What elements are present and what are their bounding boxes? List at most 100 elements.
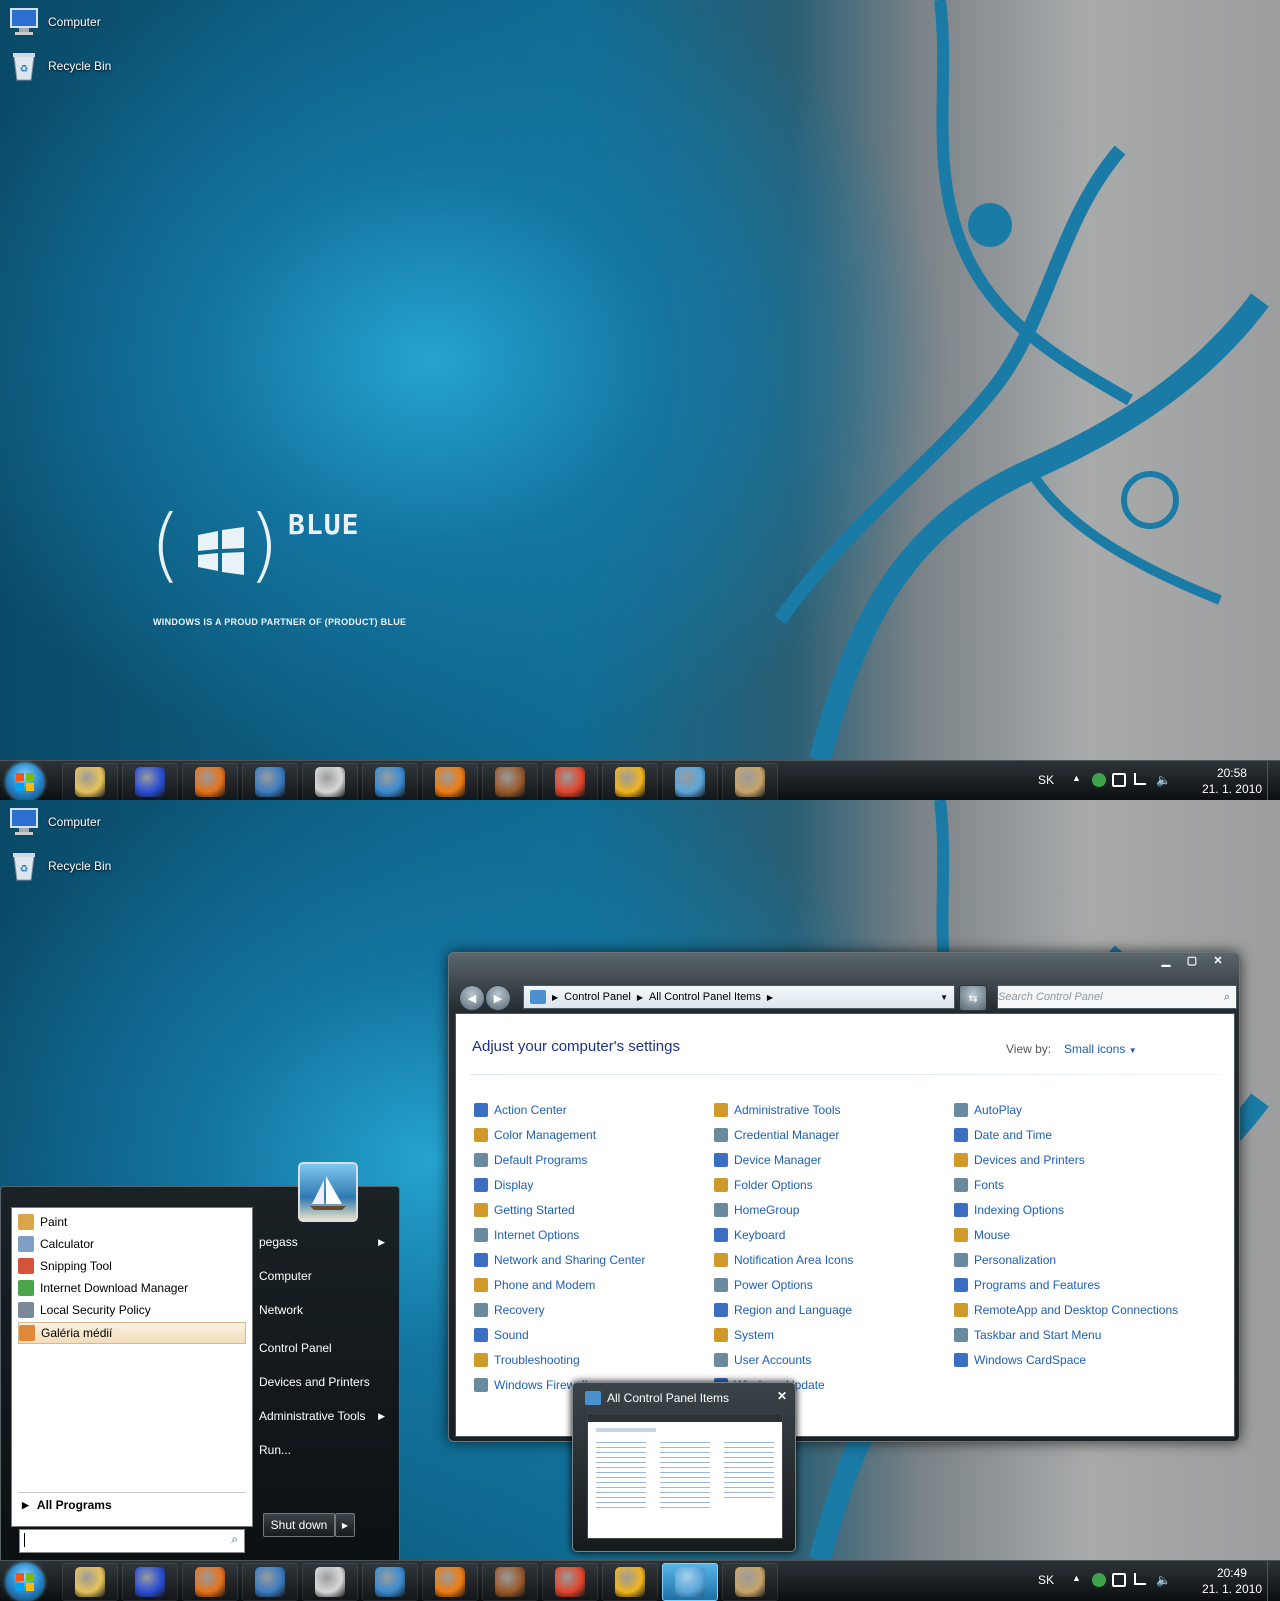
desktop-icon-computer[interactable]: Computer: [6, 2, 116, 42]
taskbar-app-button[interactable]: [242, 1563, 298, 1601]
control-panel-item[interactable]: Administrative Tools: [714, 1100, 841, 1120]
control-panel-item[interactable]: Power Options: [714, 1275, 813, 1295]
taskbar-app-button[interactable]: [122, 1563, 178, 1601]
start-menu-link[interactable]: Control Panel: [259, 1333, 389, 1363]
control-panel-item[interactable]: Sound: [474, 1325, 529, 1345]
control-panel-item[interactable]: Display: [474, 1175, 533, 1195]
connection-tray-icon[interactable]: [1134, 773, 1146, 785]
taskbar-app-button[interactable]: [242, 763, 298, 800]
taskbar-app-button[interactable]: [62, 763, 118, 800]
control-panel-item[interactable]: User Accounts: [714, 1350, 811, 1370]
usb-tray-icon[interactable]: [1112, 1573, 1126, 1587]
clock[interactable]: 20:58 21. 1. 2010: [1202, 765, 1262, 797]
recent-program-item[interactable]: Internet Download Manager: [18, 1278, 246, 1298]
user-avatar[interactable]: [298, 1162, 358, 1222]
clock[interactable]: 20:49 21. 1. 2010: [1202, 1565, 1262, 1597]
volume-icon[interactable]: 🔈: [1156, 1573, 1171, 1587]
taskbar-app-button[interactable]: [122, 763, 178, 800]
control-panel-item[interactable]: Personalization: [954, 1250, 1056, 1270]
control-panel-item[interactable]: Region and Language: [714, 1300, 852, 1320]
language-indicator[interactable]: SK: [1038, 1573, 1054, 1587]
taskbar-app-button[interactable]: [602, 1563, 658, 1601]
recent-program-item[interactable]: Local Security Policy: [18, 1300, 246, 1320]
taskbar-app-button[interactable]: [362, 1563, 418, 1601]
search-icon[interactable]: ⌕: [231, 1532, 238, 1547]
start-search-input[interactable]: ⌕: [19, 1529, 245, 1553]
control-panel-item[interactable]: HomeGroup: [714, 1200, 799, 1220]
taskbar-app-button[interactable]: [62, 1563, 118, 1601]
control-panel-item[interactable]: Notification Area Icons: [714, 1250, 853, 1270]
control-panel-item[interactable]: Keyboard: [714, 1225, 785, 1245]
control-panel-item[interactable]: System: [714, 1325, 774, 1345]
taskbar-app-button[interactable]: [182, 1563, 238, 1601]
control-panel-item[interactable]: AutoPlay: [954, 1100, 1022, 1120]
control-panel-item[interactable]: Credential Manager: [714, 1125, 839, 1145]
breadcrumb-item[interactable]: Control Panel: [564, 991, 631, 1003]
show-desktop-button[interactable]: [1267, 1561, 1280, 1601]
control-panel-item[interactable]: Default Programs: [474, 1150, 587, 1170]
taskbar-app-button[interactable]: [542, 763, 598, 800]
refresh-button[interactable]: ⇆: [959, 985, 987, 1011]
control-panel-item[interactable]: Action Center: [474, 1100, 567, 1120]
control-panel-item[interactable]: Fonts: [954, 1175, 1004, 1195]
taskbar-app-button[interactable]: [542, 1563, 598, 1601]
control-panel-item[interactable]: Devices and Printers: [954, 1150, 1085, 1170]
minimize-button[interactable]: ▁: [1153, 952, 1179, 968]
taskbar-app-button[interactable]: [602, 763, 658, 800]
recent-program-item[interactable]: Paint: [18, 1212, 246, 1232]
address-bar[interactable]: ▶ Control Panel ▶ All Control Panel Item…: [523, 985, 955, 1009]
control-panel-item[interactable]: Getting Started: [474, 1200, 575, 1220]
connection-tray-icon[interactable]: [1134, 1573, 1146, 1585]
start-menu-link[interactable]: Computer: [259, 1261, 389, 1291]
control-panel-item[interactable]: Mouse: [954, 1225, 1010, 1245]
control-panel-item[interactable]: Taskbar and Start Menu: [954, 1325, 1101, 1345]
desktop-icon-computer[interactable]: Computer: [6, 802, 116, 842]
language-indicator[interactable]: SK: [1038, 773, 1054, 787]
control-panel-item[interactable]: Color Management: [474, 1125, 596, 1145]
shutdown-button[interactable]: Shut down: [263, 1513, 335, 1537]
control-panel-item[interactable]: Phone and Modem: [474, 1275, 595, 1295]
maximize-button[interactable]: ▢: [1179, 952, 1205, 968]
chevron-down-icon[interactable]: ▼: [940, 993, 948, 1002]
start-menu-link[interactable]: Network: [259, 1295, 389, 1325]
volume-icon[interactable]: 🔈: [1156, 773, 1171, 787]
back-button[interactable]: ◀: [459, 985, 485, 1011]
control-panel-item[interactable]: Troubleshooting: [474, 1350, 580, 1370]
taskbar-app-button[interactable]: [482, 763, 538, 800]
taskbar-app-button[interactable]: [422, 1563, 478, 1601]
view-by-dropdown[interactable]: Small icons ▼: [1064, 1042, 1137, 1056]
taskbar-app-button[interactable]: [302, 1563, 358, 1601]
taskbar-app-button[interactable]: [182, 763, 238, 800]
start-button[interactable]: [6, 763, 44, 800]
search-icon[interactable]: ⌕: [1224, 991, 1230, 1004]
thumbnail-close-icon[interactable]: ✕: [777, 1389, 787, 1403]
control-panel-item[interactable]: Recovery: [474, 1300, 545, 1320]
control-panel-item[interactable]: Windows CardSpace: [954, 1350, 1086, 1370]
taskbar-app-button[interactable]: [422, 763, 478, 800]
breadcrumb-item[interactable]: All Control Panel Items: [649, 991, 761, 1003]
recent-program-item[interactable]: Snipping Tool: [18, 1256, 246, 1276]
recent-program-item[interactable]: Galéria médií: [18, 1322, 246, 1344]
taskbar-app-button[interactable]: [662, 1563, 718, 1601]
forward-button[interactable]: ▶: [485, 985, 511, 1011]
desktop-icon-recycle-bin[interactable]: ♻ Recycle Bin: [6, 846, 116, 886]
search-input[interactable]: Search Control Panel ⌕: [997, 985, 1237, 1009]
shutdown-options-button[interactable]: ▶: [335, 1513, 355, 1537]
taskbar-app-button[interactable]: [362, 763, 418, 800]
control-panel-item[interactable]: Programs and Features: [954, 1275, 1100, 1295]
taskbar-app-button[interactable]: [662, 763, 718, 800]
taskbar-app-button[interactable]: [482, 1563, 538, 1601]
all-programs-button[interactable]: ▶ All Programs: [18, 1492, 246, 1517]
start-menu-link[interactable]: Administrative Tools ▶: [259, 1401, 389, 1431]
start-menu-link[interactable]: pegass ▶: [259, 1227, 389, 1257]
control-panel-item[interactable]: Network and Sharing Center: [474, 1250, 645, 1270]
tray-expand-icon[interactable]: ▲: [1072, 773, 1086, 787]
taskbar-app-button[interactable]: [722, 1563, 778, 1601]
recent-program-item[interactable]: Calculator: [18, 1234, 246, 1254]
control-panel-item[interactable]: Date and Time: [954, 1125, 1052, 1145]
desktop-icon-recycle-bin[interactable]: ♻ Recycle Bin: [6, 46, 116, 86]
control-panel-item[interactable]: Internet Options: [474, 1225, 579, 1245]
tray-expand-icon[interactable]: ▲: [1072, 1573, 1086, 1587]
control-panel-item[interactable]: RemoteApp and Desktop Connections: [954, 1300, 1178, 1320]
usb-tray-icon[interactable]: [1112, 773, 1126, 787]
